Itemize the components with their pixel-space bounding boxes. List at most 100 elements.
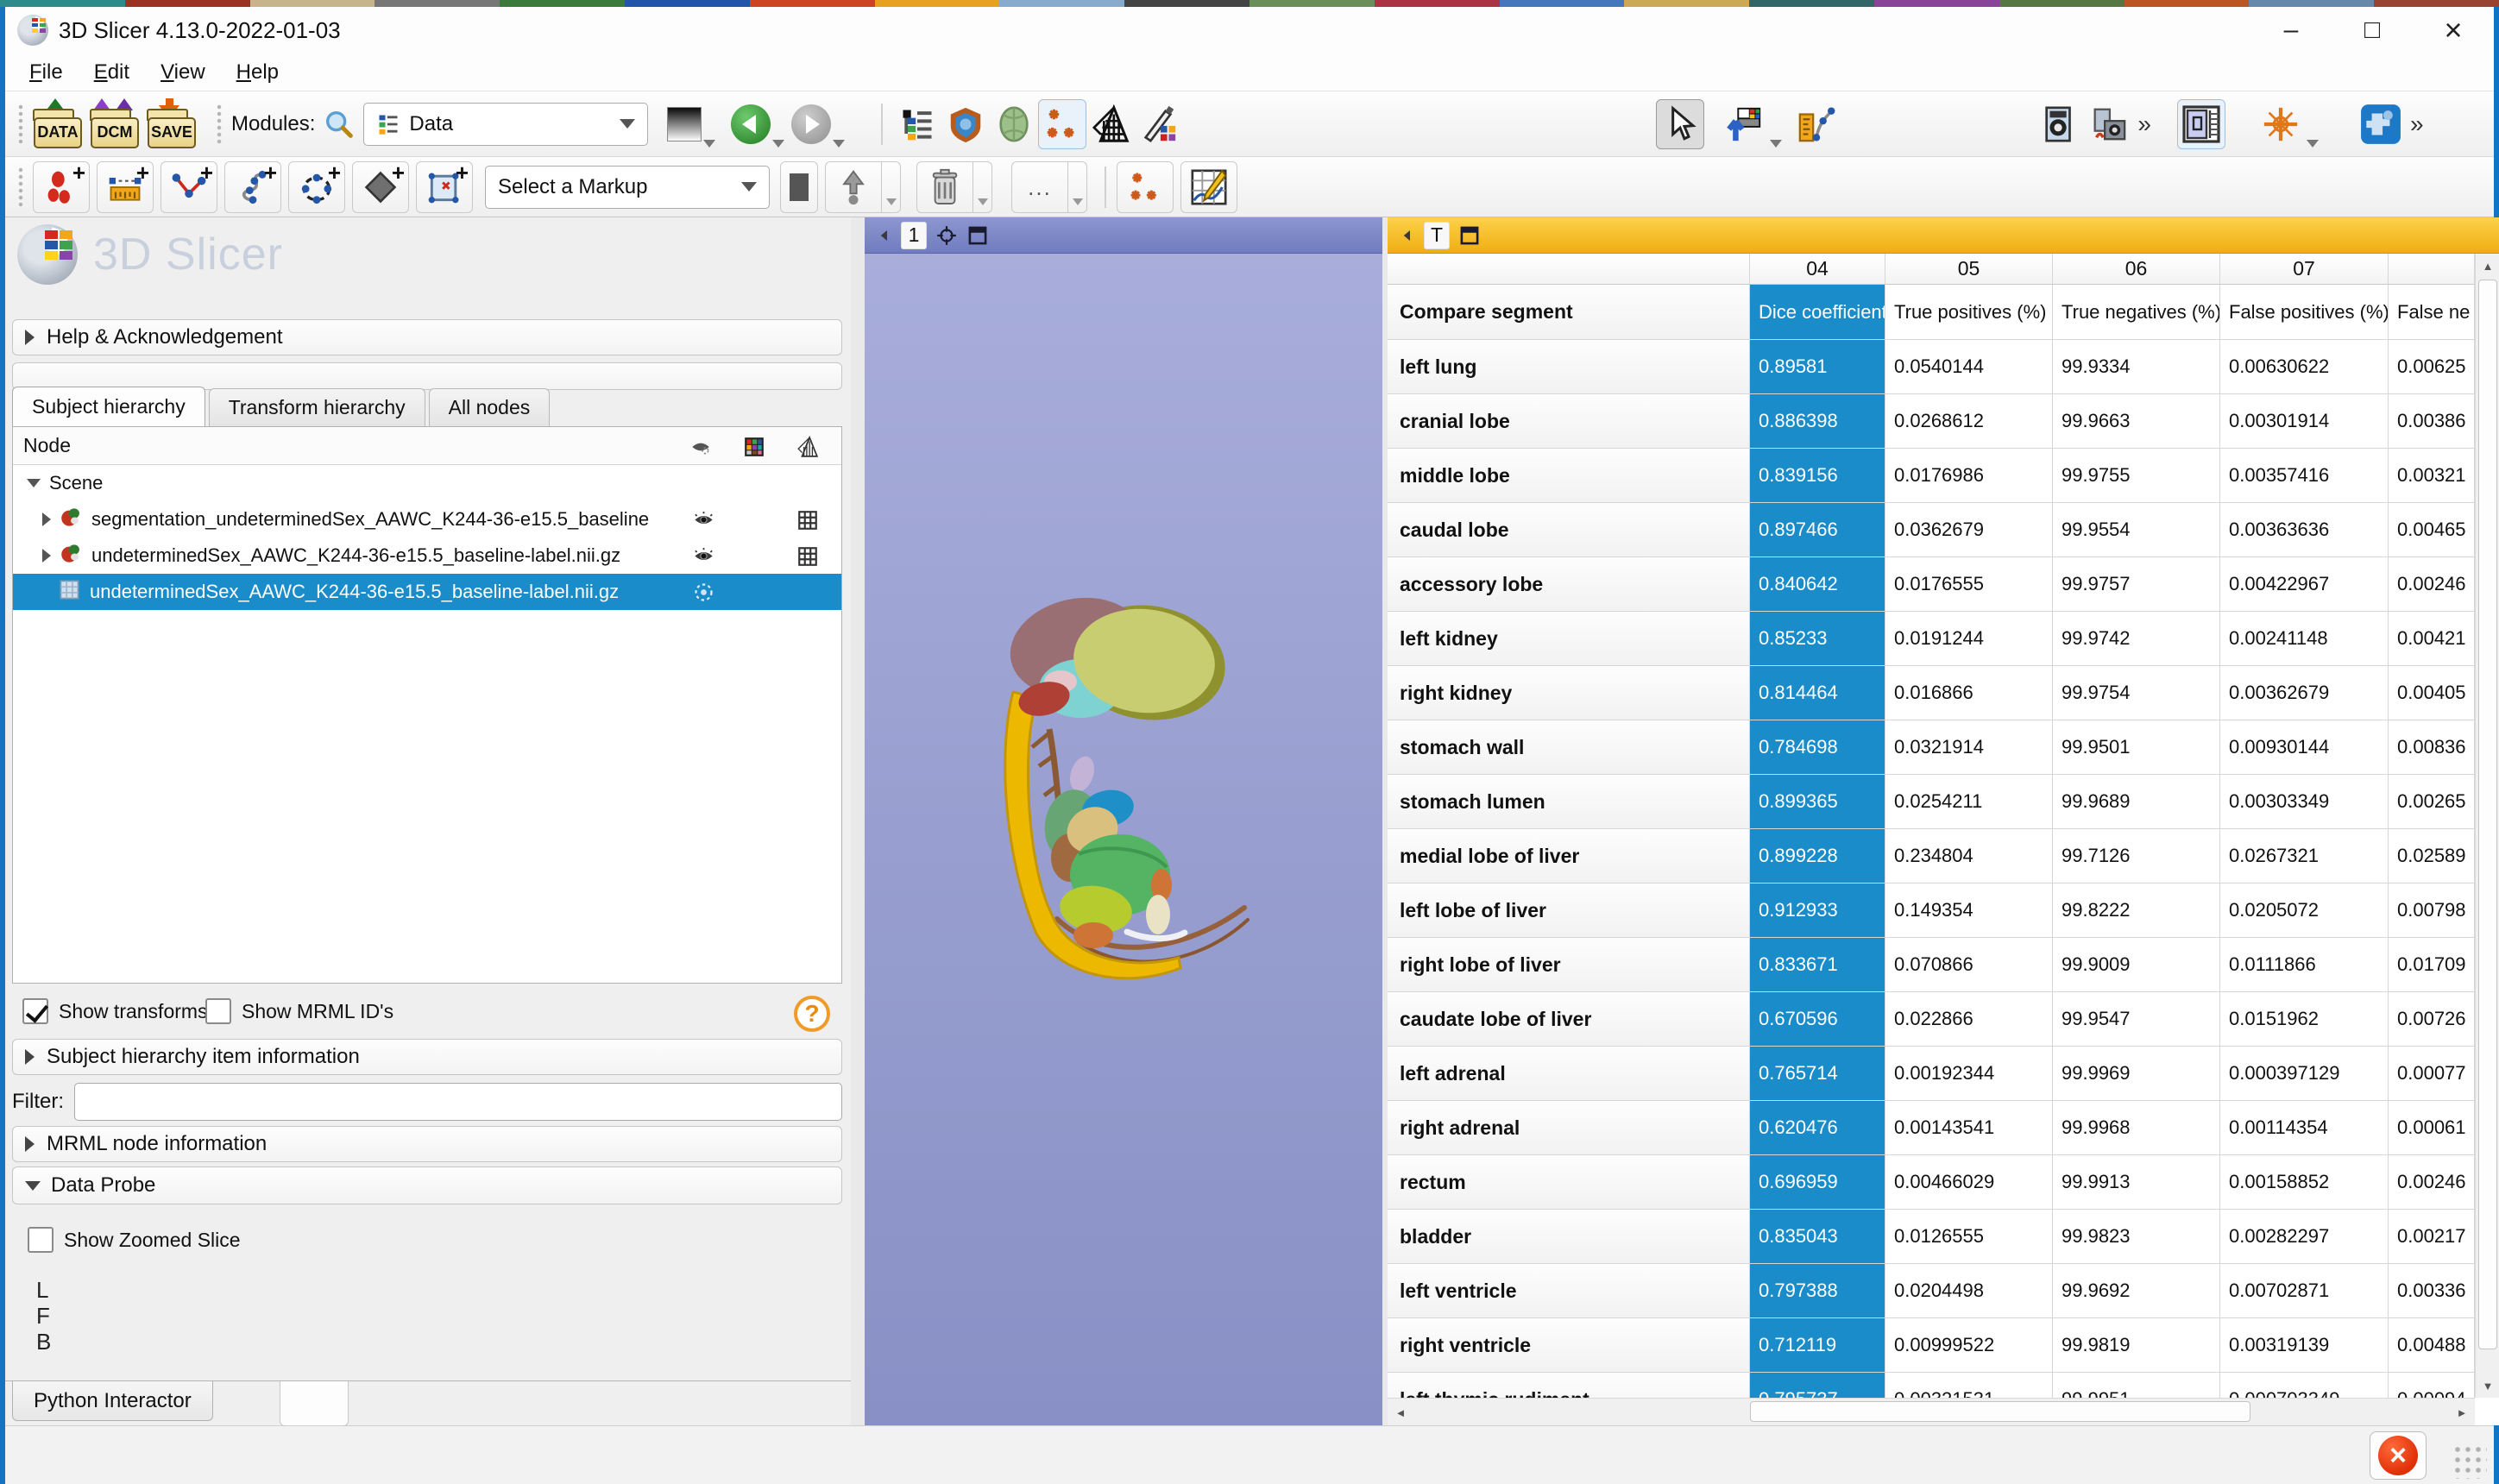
mrml-node-info-section[interactable]: MRML node information (12, 1126, 842, 1162)
grid-icon[interactable] (796, 545, 819, 573)
save-button[interactable]: SAVE (147, 98, 197, 150)
markups-module-shortcut-button[interactable] (1117, 161, 1174, 213)
value-cell[interactable]: 99.9968 (2053, 1101, 2220, 1155)
tab-subject-hierarchy[interactable]: Subject hierarchy (12, 387, 205, 426)
show-mrml-ids-checkbox[interactable]: Show MRML ID's (205, 998, 393, 1024)
row-header-cell[interactable]: middle lobe (1388, 449, 1750, 503)
row-header-cell[interactable]: left adrenal (1388, 1047, 1750, 1101)
expander-icon[interactable] (27, 479, 41, 487)
value-cell[interactable]: 0.00421 (2389, 612, 2475, 666)
row-header-cell[interactable]: right lobe of liver (1388, 938, 1750, 992)
value-cell[interactable]: 0.0176555 (1885, 557, 2053, 612)
row-header-cell[interactable]: left lung (1388, 340, 1750, 394)
menu-file[interactable]: File (14, 53, 79, 91)
toolbar-overflow-button[interactable]: » (2132, 110, 2156, 138)
scrollbar-thumb[interactable] (2478, 280, 2497, 1349)
tab-all-nodes[interactable]: All nodes (429, 388, 551, 426)
value-cell[interactable]: 0.00836 (2389, 720, 2475, 775)
value-cell[interactable]: 0.0176986 (1885, 449, 2053, 503)
metric-cell[interactable]: False ne (2389, 285, 2475, 340)
module-back-button[interactable] (731, 104, 771, 144)
python-interactor-tab[interactable]: Python Interactor (12, 1381, 213, 1421)
row-header-cell[interactable]: left lobe of liver (1388, 883, 1750, 938)
adjust-window-level-button[interactable] (1720, 99, 1768, 149)
measurements-button[interactable] (1792, 99, 1841, 149)
value-cell[interactable]: 0.814464 (1750, 666, 1885, 720)
value-cell[interactable]: 0.00336 (2389, 1264, 2475, 1318)
value-cell[interactable]: 0.00246 (2389, 557, 2475, 612)
module-forward-button[interactable] (791, 104, 831, 144)
value-cell[interactable]: 0.835043 (1750, 1210, 1885, 1264)
mouse-interaction-button[interactable] (1656, 99, 1704, 149)
expander-icon[interactable] (42, 549, 51, 563)
value-cell[interactable]: 0.00241148 (2220, 612, 2389, 666)
value-cell[interactable]: 0.02589 (2389, 829, 2475, 883)
scroll-up-icon[interactable]: ▲ (2476, 254, 2499, 278)
value-cell[interactable]: 0.149354 (1885, 883, 2053, 938)
row-header-cell[interactable]: right kidney (1388, 666, 1750, 720)
scroll-right-icon[interactable]: ► (2449, 1399, 2475, 1426)
value-cell[interactable]: 99.9755 (2053, 449, 2220, 503)
chevron-down-icon[interactable] (772, 140, 784, 148)
vertical-scrollbar[interactable]: ▲ ▼ (2475, 254, 2499, 1398)
place-line-button[interactable]: + (97, 161, 154, 213)
chevron-down-icon[interactable] (1770, 140, 1782, 148)
value-cell[interactable]: 0.886398 (1750, 394, 1885, 449)
place-roi-button[interactable]: + (416, 161, 473, 213)
value-cell[interactable]: 0.00386 (2389, 394, 2475, 449)
row-header-cell[interactable]: Compare segment (1388, 285, 1750, 340)
value-cell[interactable]: 0.00465 (2389, 503, 2475, 557)
value-cell[interactable]: 0.01709 (2389, 938, 2475, 992)
screenshot-button[interactable] (2036, 99, 2084, 149)
value-cell[interactable]: 0.0204498 (1885, 1264, 2053, 1318)
value-cell[interactable]: 0.0267321 (2220, 829, 2389, 883)
value-cell[interactable]: 0.00405 (2389, 666, 2475, 720)
value-cell[interactable]: 0.00246 (2389, 1155, 2475, 1210)
value-cell[interactable]: 0.899365 (1750, 775, 1885, 829)
chevron-down-icon[interactable] (882, 161, 901, 213)
value-cell[interactable]: 0.016866 (1885, 666, 2053, 720)
module-history-gradient-icon[interactable] (667, 107, 702, 141)
chevron-down-icon[interactable] (833, 140, 845, 148)
value-cell[interactable]: 99.9009 (2053, 938, 2220, 992)
chevron-down-icon[interactable] (2307, 140, 2319, 148)
delete-markup-button[interactable] (916, 161, 973, 213)
metric-cell[interactable]: Dice coefficient (1750, 285, 1885, 340)
value-cell[interactable]: 0.0321914 (1885, 720, 2053, 775)
value-cell[interactable]: 0.00077 (2389, 1047, 2475, 1101)
maximize-button[interactable]: □ (2332, 7, 2413, 53)
place-open-curve-button[interactable]: + (224, 161, 281, 213)
plot-measurements-button[interactable] (1180, 161, 1237, 213)
visibility-eye-icon[interactable] (692, 581, 715, 609)
value-cell[interactable]: 0.0540144 (1885, 340, 2053, 394)
column-header-cell[interactable]: 04 (1750, 254, 1885, 285)
column-header-cell[interactable]: 05 (1885, 254, 2053, 285)
value-cell[interactable]: 0.000397129 (2220, 1047, 2389, 1101)
chevron-down-icon[interactable] (973, 161, 992, 213)
row-header-cell[interactable]: right adrenal (1388, 1101, 1750, 1155)
value-cell[interactable]: 0.840642 (1750, 557, 1885, 612)
row-header-cell[interactable]: bladder (1388, 1210, 1750, 1264)
place-angle-button[interactable]: + (161, 161, 217, 213)
value-cell[interactable]: 0.89581 (1750, 340, 1885, 394)
value-cell[interactable]: 0.070866 (1885, 938, 2053, 992)
row-header-cell[interactable]: caudal lobe (1388, 503, 1750, 557)
subject-hierarchy-item-info-section[interactable]: Subject hierarchy item information (12, 1039, 842, 1075)
column-header-cell[interactable] (2389, 254, 2475, 285)
value-cell[interactable]: 99.9663 (2053, 394, 2220, 449)
modules-combobox[interactable]: Data (363, 103, 648, 146)
value-cell[interactable]: 99.9913 (2053, 1155, 2220, 1210)
value-cell[interactable]: 0.00158852 (2220, 1155, 2389, 1210)
value-cell[interactable]: 0.00488 (2389, 1318, 2475, 1373)
segment-editor-module-button[interactable] (990, 99, 1038, 149)
value-cell[interactable]: 0.00217 (2389, 1210, 2475, 1264)
toolbar-overflow-button[interactable]: » (2405, 110, 2429, 138)
place-plane-button[interactable]: + (352, 161, 409, 213)
maximize-view-icon[interactable] (1458, 224, 1481, 247)
more-options-button[interactable]: ... (1011, 161, 1068, 213)
crosshair-button[interactable] (2257, 99, 2305, 149)
value-cell[interactable]: 99.9819 (2053, 1318, 2220, 1373)
scrollbar-thumb[interactable] (1750, 1401, 2250, 1422)
row-header-cell[interactable]: cranial lobe (1388, 394, 1750, 449)
column-header-cell[interactable]: 06 (2053, 254, 2220, 285)
